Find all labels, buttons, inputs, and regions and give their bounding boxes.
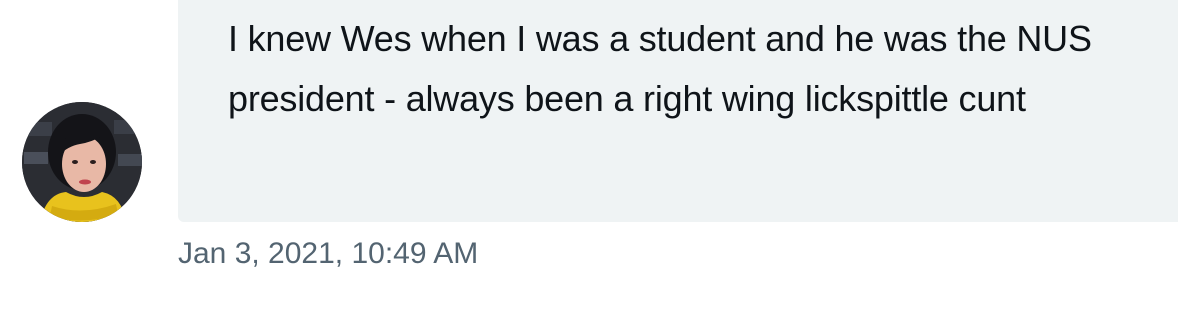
message-timestamp: Jan 3, 2021, 10:49 AM	[178, 237, 479, 270]
avatar-photo-icon	[22, 102, 142, 222]
message-bubble[interactable]: I knew Wes when I was a student and he w…	[178, 0, 1178, 222]
message-text: I knew Wes when I was a student and he w…	[228, 18, 1092, 119]
dm-message-row: I knew Wes when I was a student and he w…	[0, 0, 1178, 332]
sender-avatar[interactable]	[22, 102, 142, 222]
